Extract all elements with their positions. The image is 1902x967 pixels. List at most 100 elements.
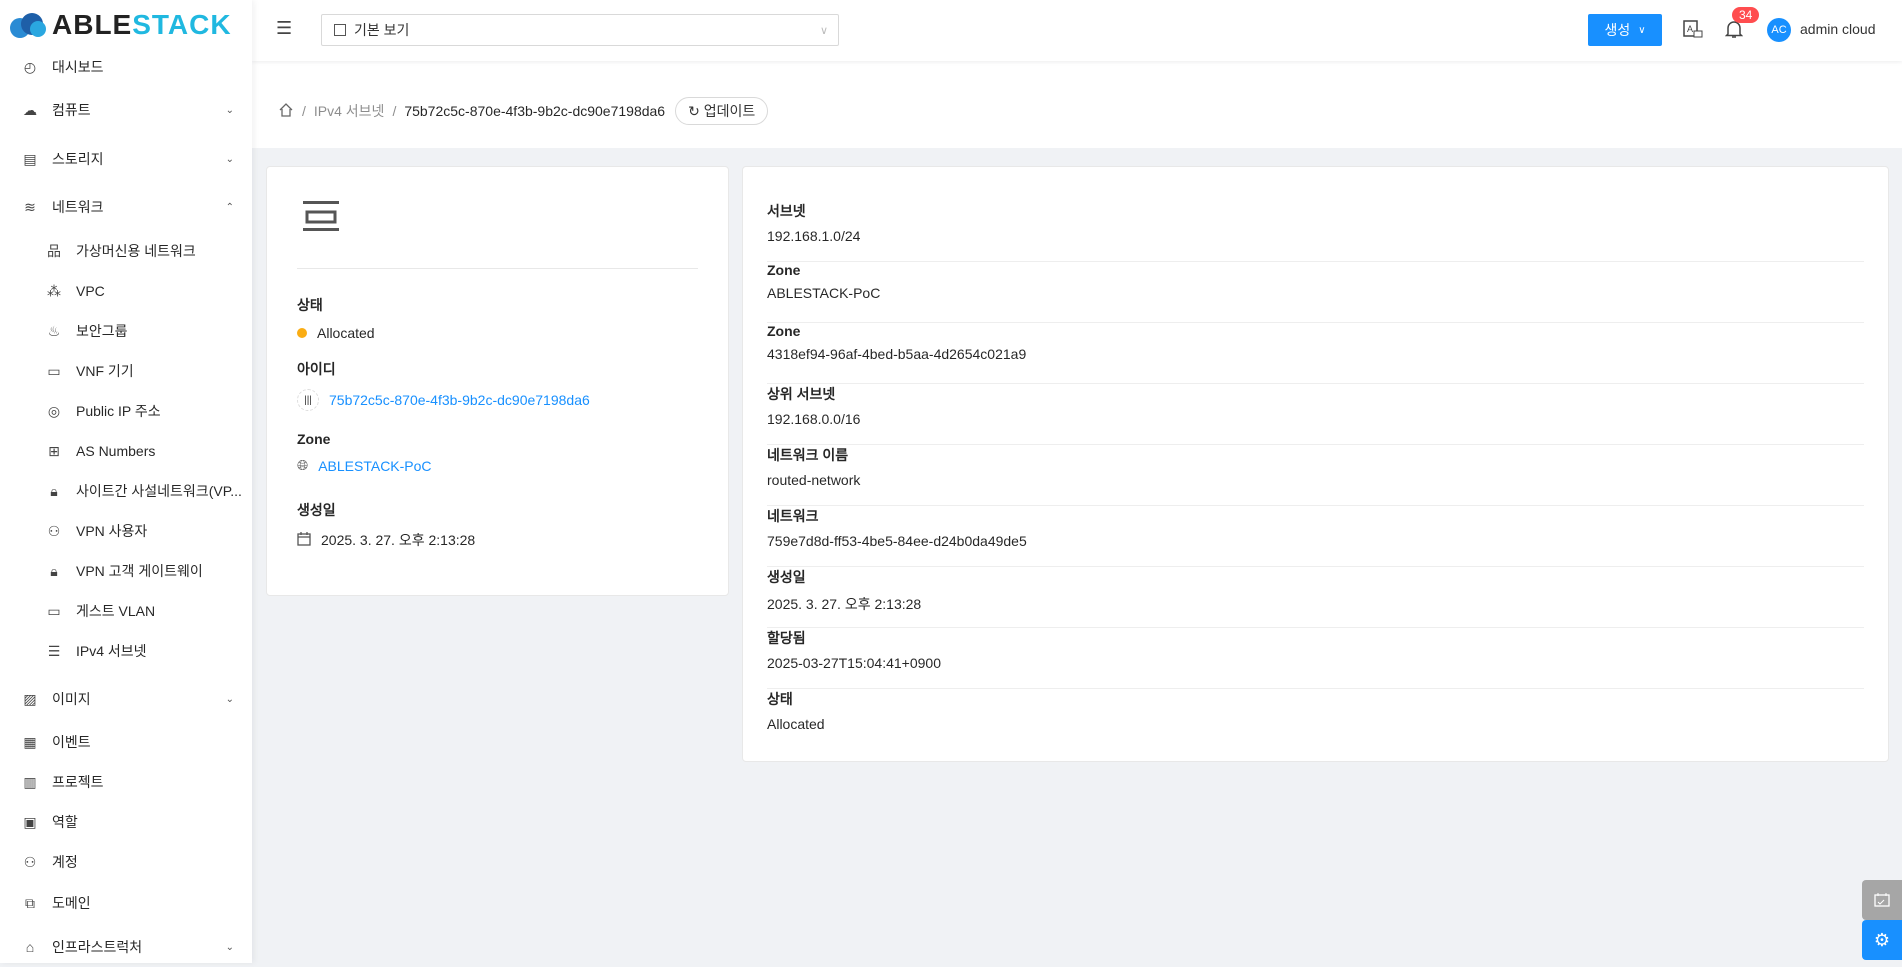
zone-link[interactable]: ABLESTACK-PoC	[318, 458, 431, 474]
project-icon: ▥	[23, 773, 37, 790]
detail-label: 네트워크	[767, 508, 819, 524]
globe-icon: 🌐︎	[297, 457, 309, 473]
gear-icon: ⚙	[1873, 929, 1891, 950]
breadcrumb: / IPv4 서브넷 / 75b72c5c-870e-4f3b-9b2c-dc9…	[278, 97, 769, 125]
view-select[interactable]: 기본 보기 ∨	[321, 14, 839, 46]
chevron-icon: ⌄	[225, 153, 234, 165]
translate-icon[interactable]: A	[1683, 20, 1703, 43]
zone-label: Zone	[297, 431, 331, 447]
user-name[interactable]: admin cloud	[1800, 21, 1876, 37]
sidebar-item[interactable]: ▥ 프로젝트	[0, 762, 252, 802]
avatar[interactable]: AC	[1767, 18, 1791, 42]
lock-icon: 🔒︎	[50, 482, 58, 499]
menu-fold-icon[interactable]: ☰	[276, 18, 292, 39]
sidebar-item[interactable]: ▤ 스토리지 ⌄	[0, 139, 252, 179]
dashboard-icon: ◴	[23, 58, 37, 75]
sidebar-item-label: 이벤트	[52, 734, 91, 750]
notification-count-badge: 34	[1732, 7, 1760, 23]
sidebar-item-label: 가상머신용 네트워크	[76, 243, 196, 259]
barcode-icon: |||	[297, 389, 319, 411]
idcard-icon: ▣	[23, 813, 37, 830]
gateway-icon: ▭	[47, 362, 61, 379]
breadcrumb-separator: /	[392, 103, 397, 119]
create-button[interactable]: 생성 ∨	[1588, 14, 1662, 46]
settings-float-button[interactable]: ⚙	[1862, 920, 1902, 960]
detail-value: 2025-03-27T15:04:41+0900	[767, 655, 941, 671]
sidebar-item[interactable]: ⧉ 도메인	[0, 883, 252, 923]
created-field: 생성일 2025. 3. 27. 오후 2:13:28	[297, 500, 475, 550]
home-icon[interactable]	[278, 102, 294, 121]
sidebar-item[interactable]: 🔒︎ 사이트간 사설네트워크(VP...	[0, 471, 252, 511]
sidebar-item[interactable]: ▣ 역할	[0, 802, 252, 842]
schedule-float-button[interactable]	[1862, 880, 1902, 920]
sidebar-item[interactable]: ♨ 보안그룹	[0, 311, 252, 351]
id-value[interactable]: 75b72c5c-870e-4f3b-9b2c-dc90e7198da6	[329, 392, 590, 408]
refresh-button[interactable]: ↻ 업데이트	[675, 97, 769, 125]
created-value: 2025. 3. 27. 오후 2:13:28	[321, 532, 476, 548]
detail-value: ABLESTACK-PoC	[767, 285, 881, 301]
details-card: 서브넷 192.168.1.0/24 Zone ABLESTACK-PoC Zone 43…	[742, 166, 1889, 762]
logo[interactable]: ABLE STACK	[0, 0, 252, 50]
breadcrumb-section[interactable]: IPv4 서브넷	[314, 101, 385, 121]
database-icon: ▤	[23, 150, 37, 167]
created-label: 생성일	[297, 502, 336, 518]
sidebar-item-label: VPC	[76, 283, 105, 299]
sidebar-item-label: 프로젝트	[52, 774, 104, 790]
subnet-icon	[303, 201, 339, 231]
detail-label: 서브넷	[767, 203, 806, 219]
detail-row: 네트워크 이름 routed-network	[767, 445, 1864, 506]
sidebar-item-label: 스토리지	[52, 151, 104, 167]
sidebar-item[interactable]: ▭ 게스트 VLAN	[0, 591, 252, 631]
sidebar-item[interactable]: 🔒︎ VPN 고객 게이트웨이	[0, 551, 252, 591]
sidebar-item[interactable]: ☰ IPv4 서브넷	[0, 631, 252, 671]
sidebar-item[interactable]: ≋ 네트워크 ⌃	[0, 187, 252, 227]
sidebar-item-label: VPN 고객 게이트웨이	[76, 563, 203, 579]
sidebar-item[interactable]: ⚇ VPN 사용자	[0, 511, 252, 551]
sidebar-item[interactable]: ◴ 대시보드	[0, 47, 252, 87]
detail-label: 생성일	[767, 569, 806, 585]
logo-text-able: ABLE	[52, 9, 133, 40]
subnet-icon: ☰	[47, 642, 61, 659]
create-label: 생성	[1604, 22, 1631, 38]
sidebar-item[interactable]: ⚇ 계정	[0, 842, 252, 882]
detail-value: 2025. 3. 27. 오후 2:13:28	[767, 596, 922, 612]
sidebar: ABLE STACK ◴ 대시보드 ☁ 컴퓨트 ⌄ ▤ 스토리지 ⌄ ≋ 네트워크 ⌃ 品 가상머신용 네…	[0, 0, 252, 963]
sidebar-item[interactable]: ▭ VNF 기기	[0, 351, 252, 391]
chevron-icon: ⌄	[225, 693, 234, 705]
detail-row: 할당됨 2025-03-27T15:04:41+0900	[767, 628, 1864, 689]
sidebar-item[interactable]: ⊞ AS Numbers	[0, 431, 252, 471]
breadcrumb-separator: /	[302, 103, 306, 119]
breadcrumb-bar: / IPv4 서브넷 / 75b72c5c-870e-4f3b-9b2c-dc9…	[252, 61, 1902, 148]
chevron-down-icon: ∨	[1638, 24, 1646, 36]
detail-row: 생성일 2025. 3. 27. 오후 2:13:28	[767, 567, 1864, 628]
detail-value: 192.168.0.0/16	[767, 411, 861, 427]
sidebar-item[interactable]: ⌂ 인프라스트럭처 ⌄	[0, 927, 252, 967]
sidebar-item-label: VPN 사용자	[76, 523, 148, 539]
sidebar-item[interactable]: ▦ 이벤트	[0, 722, 252, 762]
reload-icon: ↻	[688, 103, 704, 119]
header: ☰ 기본 보기 ∨ 생성 ∨ A 34 AC admin cloud	[252, 0, 1902, 61]
fire-icon: ♨	[47, 322, 61, 339]
sidebar-item-label: 보안그룹	[76, 323, 128, 339]
sidebar-item-label: IPv4 서브넷	[76, 643, 147, 659]
sidebar-item[interactable]: ⁂ VPC	[0, 271, 252, 311]
chevron-icon: ⌄	[225, 941, 234, 953]
folder-icon: ▭	[47, 602, 61, 619]
sidebar-item[interactable]: ◎ Public IP 주소	[0, 391, 252, 431]
detail-row: Zone ABLESTACK-PoC	[767, 262, 1864, 323]
sidebar-item-label: 네트워크	[52, 199, 104, 215]
partition-icon: ⊞	[48, 442, 60, 459]
id-field: 아이디 ||| 75b72c5c-870e-4f3b-9b2c-dc90e7198…	[297, 359, 590, 411]
chevron-icon: ⌄	[225, 104, 234, 116]
sidebar-item[interactable]: 品 가상머신용 네트워크	[0, 231, 252, 271]
sidebar-item[interactable]: ☁ 컴퓨트 ⌄	[0, 90, 252, 130]
logo-text-stack: STACK	[132, 9, 232, 40]
detail-value: 192.168.1.0/24	[767, 228, 861, 244]
sidebar-item[interactable]: ▨ 이미지 ⌄	[0, 679, 252, 719]
svg-text:A: A	[1687, 24, 1693, 34]
calendar-icon	[297, 531, 311, 549]
detail-label: 상위 서브넷	[767, 386, 836, 402]
divider	[297, 268, 698, 269]
detail-value: 4318ef94-96af-4bed-b5aa-4d2654c021a9	[767, 346, 1027, 362]
sidebar-item-label: 인프라스트럭처	[52, 939, 143, 955]
